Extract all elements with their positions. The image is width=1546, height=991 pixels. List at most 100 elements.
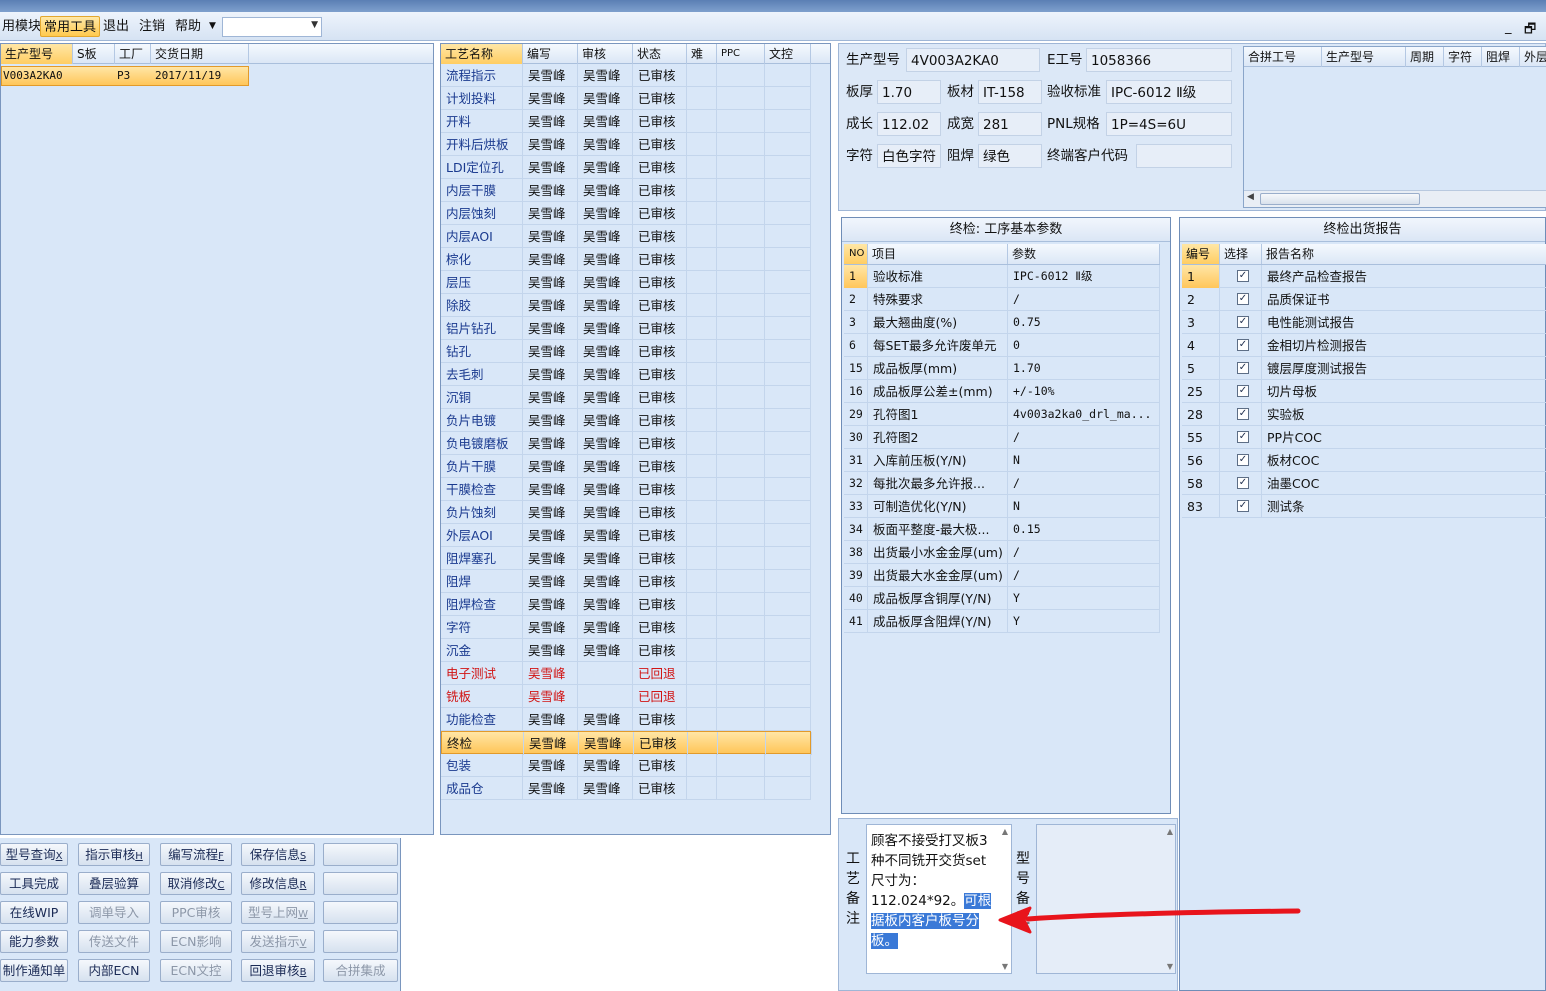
minimize-icon[interactable]: _ xyxy=(1505,20,1512,35)
eno-field[interactable]: 1058366 xyxy=(1086,48,1232,72)
col-merge-model[interactable]: 生产型号 xyxy=(1322,47,1406,67)
table-row[interactable]: 钻孔 吴雪峰 吴雪峰 已审核 xyxy=(441,340,811,363)
table-row[interactable]: 30 孔符图2/ xyxy=(844,426,1160,449)
report-checkbox[interactable]: ✓ xyxy=(1237,339,1249,351)
process-remark-textarea[interactable]: 顾客不接受打叉板3种不同铣开交货set尺寸为：112.024*92。可根据板内客… xyxy=(866,824,1012,974)
table-row[interactable]: 1 ✓ 最终产品检查报告 xyxy=(1182,265,1546,288)
table-row[interactable]: 40 成品板厚含铜厚(Y/N) Y xyxy=(844,587,1160,610)
report-checkbox[interactable]: ✓ xyxy=(1237,385,1249,397)
thickness-field[interactable]: 1.70 xyxy=(877,80,941,104)
table-row[interactable]: 负片电镀 吴雪峰 吴雪峰 已审核 xyxy=(441,409,811,432)
table-row[interactable]: 字符 吴雪峰 吴雪峰 已审核 xyxy=(441,616,811,639)
col-param-value[interactable]: 参数 xyxy=(1008,244,1160,264)
table-row[interactable]: 负电镀磨板 吴雪峰 吴雪峰 已审核 xyxy=(441,432,811,455)
blank-button-1[interactable] xyxy=(323,843,398,866)
table-row[interactable]: 58 ✓ 油墨COC xyxy=(1182,472,1546,495)
merge-integration-button[interactable]: 合拼集成 xyxy=(323,959,398,982)
scroll-left-icon[interactable]: ◀ xyxy=(1247,192,1254,202)
col-auditor[interactable]: 审核 xyxy=(578,44,633,64)
blank-button-2[interactable] xyxy=(323,872,398,895)
table-row[interactable]: V003A2KA0 P3 2017/11/19 xyxy=(1,66,249,86)
table-row[interactable]: 开料后烘板 吴雪峰 吴雪峰 已审核 xyxy=(441,133,811,156)
table-row[interactable]: 沉铜 吴雪峰 吴雪峰 已审核 xyxy=(441,386,811,409)
menu-item-logout[interactable]: 注销 xyxy=(137,16,167,37)
menu-combo-box[interactable]: ▼ xyxy=(222,17,322,37)
scroll-up-icon[interactable]: ▲ xyxy=(1002,827,1008,836)
table-row[interactable]: 计划投料 吴雪峰 吴雪峰 已审核 xyxy=(441,87,811,110)
model-online-button[interactable]: 型号上网W xyxy=(241,901,315,924)
table-row[interactable]: 55 ✓ PP片COC xyxy=(1182,426,1546,449)
pnl-field[interactable]: 1P=4S=6U xyxy=(1106,112,1232,136)
col-delivery-date[interactable]: 交货日期 xyxy=(151,44,249,64)
model-field[interactable]: 4V003A2KA0 xyxy=(906,48,1040,72)
menu-item-exit[interactable]: 退出 xyxy=(101,16,131,37)
table-row[interactable]: 33 可制造优化(Y/N) N xyxy=(844,495,1160,518)
col-merge-outer[interactable]: 外层 xyxy=(1520,47,1546,67)
send-file-button[interactable]: 传送文件 xyxy=(78,930,150,953)
cancel-edit-button[interactable]: 取消修改C xyxy=(160,872,232,895)
stackup-check-button[interactable]: 叠层验算 xyxy=(78,872,150,895)
table-row[interactable]: 内层蚀刻 吴雪峰 吴雪峰 已审核 xyxy=(441,202,811,225)
col-merge-mask[interactable]: 阻焊 xyxy=(1482,47,1520,67)
table-row[interactable]: 28 ✓ 实验板 xyxy=(1182,403,1546,426)
table-row[interactable]: 层压 吴雪峰 吴雪峰 已审核 xyxy=(441,271,811,294)
table-row[interactable]: 6 每SET最多允许废单元 0 xyxy=(844,334,1160,357)
table-row[interactable]: 32 每批次最多允许报... / xyxy=(844,472,1160,495)
table-row[interactable]: 去毛刺 吴雪峰 吴雪峰 已审核 xyxy=(441,363,811,386)
table-row[interactable]: 流程指示 吴雪峰 吴雪峰 已审核 xyxy=(441,64,811,87)
table-row[interactable]: 5 ✓ 镀层厚度测试报告 xyxy=(1182,357,1546,380)
merge-grid[interactable]: 合拼工号 生产型号 周期 字符 阻焊 外层 ◀ xyxy=(1243,46,1546,208)
col-writer[interactable]: 编写 xyxy=(523,44,578,64)
col-difficulty[interactable]: 难 xyxy=(687,44,717,64)
instruction-audit-button[interactable]: 指示审核H xyxy=(78,843,150,866)
report-checkbox[interactable]: ✓ xyxy=(1237,431,1249,443)
col-merge-eno[interactable]: 合拼工号 xyxy=(1244,47,1322,67)
table-row[interactable]: 铣板 吴雪峰 已回退 xyxy=(441,685,811,708)
table-row[interactable]: 38 出货最小水金金厚(um) / xyxy=(844,541,1160,564)
table-row[interactable]: 内层干膜 吴雪峰 吴雪峰 已审核 xyxy=(441,179,811,202)
capability-params-button[interactable]: 能力参数 xyxy=(0,930,68,953)
menu-item-common-tools[interactable]: 常用工具 xyxy=(40,16,101,37)
col-ppc[interactable]: PPC xyxy=(717,44,765,64)
table-row[interactable]: 棕化 吴雪峰 吴雪峰 已审核 xyxy=(441,248,811,271)
ecn-impact-button[interactable]: ECN影响 xyxy=(160,930,232,953)
report-checkbox[interactable]: ✓ xyxy=(1237,408,1249,420)
table-row[interactable]: 阻焊塞孔 吴雪峰 吴雪峰 已审核 xyxy=(441,547,811,570)
table-row[interactable]: 负片干膜 吴雪峰 吴雪峰 已审核 xyxy=(441,455,811,478)
report-checkbox[interactable]: ✓ xyxy=(1237,270,1249,282)
scroll-down-icon[interactable]: ▼ xyxy=(1002,962,1008,971)
table-row[interactable]: 内层AOI 吴雪峰 吴雪峰 已审核 xyxy=(441,225,811,248)
table-row[interactable]: 3 最大翘曲度(%) 0.75 xyxy=(844,311,1160,334)
table-row[interactable]: 电子测试 吴雪峰 已回退 xyxy=(441,662,811,685)
model-remark-textarea[interactable]: ▲ ▼ xyxy=(1036,824,1176,974)
table-row[interactable]: 沉金 吴雪峰 吴雪峰 已审核 xyxy=(441,639,811,662)
model-query-button[interactable]: 型号查询X xyxy=(0,843,68,866)
standard-field[interactable]: IPC-6012 Ⅱ级 xyxy=(1106,80,1232,104)
table-row[interactable]: 2 特殊要求 / xyxy=(844,288,1160,311)
tool-complete-button[interactable]: 工具完成 xyxy=(0,872,68,895)
col-merge-char[interactable]: 字符 xyxy=(1444,47,1482,67)
table-row[interactable]: 干膜检查 吴雪峰 吴雪峰 已审核 xyxy=(441,478,811,501)
restore-icon[interactable]: 🗗 xyxy=(1524,20,1536,42)
internal-ecn-button[interactable]: 内部ECN xyxy=(78,959,150,982)
customer-field[interactable] xyxy=(1136,144,1232,168)
col-report-no[interactable]: 编号 xyxy=(1182,244,1220,264)
table-row[interactable]: 41 成品板厚含阻焊(Y/N) Y xyxy=(844,610,1160,633)
import-order-button[interactable]: 调单导入 xyxy=(78,901,150,924)
table-row[interactable]: 83 ✓ 测试条 xyxy=(1182,495,1546,518)
table-row[interactable]: 除胶 吴雪峰 吴雪峰 已审核 xyxy=(441,294,811,317)
report-checkbox[interactable]: ✓ xyxy=(1237,454,1249,466)
col-merge-period[interactable]: 周期 xyxy=(1406,47,1444,67)
table-row[interactable]: 阻焊检查 吴雪峰 吴雪峰 已审核 xyxy=(441,593,811,616)
table-row[interactable]: 功能检查 吴雪峰 吴雪峰 已审核 xyxy=(441,708,811,731)
length-field[interactable]: 112.02 xyxy=(877,112,941,136)
menu-item-modules[interactable]: 用模块 xyxy=(0,16,43,37)
col-sboard[interactable]: S板 xyxy=(73,44,115,64)
chevron-down-icon[interactable]: ▼ xyxy=(311,20,318,30)
col-factory[interactable]: 工厂 xyxy=(115,44,151,64)
scrollbar-thumb[interactable] xyxy=(1260,193,1420,205)
table-row[interactable]: 34 板面平整度-最大极... 0.15 xyxy=(844,518,1160,541)
table-row[interactable]: 阻焊 吴雪峰 吴雪峰 已审核 xyxy=(441,570,811,593)
table-row[interactable]: 成品仓 吴雪峰 吴雪峰 已审核 xyxy=(441,777,811,800)
blank-button-4[interactable] xyxy=(323,930,398,953)
